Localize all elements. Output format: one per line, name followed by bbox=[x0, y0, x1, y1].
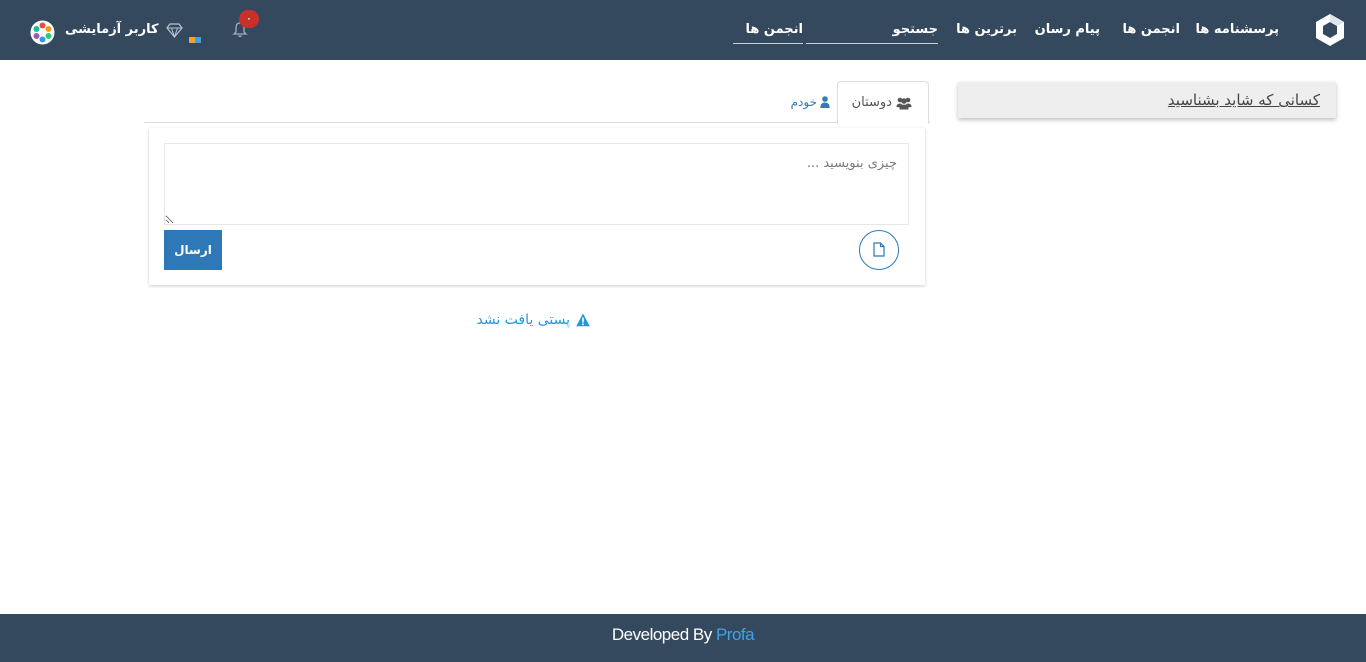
user-name[interactable]: کاربر آزمایشی bbox=[65, 22, 159, 37]
logo-icon[interactable] bbox=[1314, 13, 1346, 47]
footer-developer-link[interactable]: Profa bbox=[716, 625, 755, 644]
tab-friends[interactable]: دوستان bbox=[837, 81, 929, 124]
forums-select-field[interactable]: انجمن ها bbox=[733, 22, 803, 44]
nav-link-messenger[interactable]: پیام رسان bbox=[1035, 22, 1100, 37]
warning-icon bbox=[576, 313, 590, 327]
users-icon bbox=[896, 97, 912, 110]
footer-credit: Developed By Profa bbox=[0, 625, 1366, 645]
empty-feed-message: پستی یافت نشد bbox=[476, 312, 590, 330]
post-textarea[interactable] bbox=[164, 143, 909, 225]
tab-mine[interactable]: خودم bbox=[768, 81, 832, 123]
file-icon bbox=[873, 242, 885, 257]
search-field[interactable]: جستجو bbox=[806, 22, 938, 44]
user-icon bbox=[820, 96, 830, 108]
people-you-may-know-title[interactable]: کسانی که شاید بشناسید bbox=[1168, 91, 1320, 109]
attach-file-button[interactable] bbox=[859, 230, 899, 270]
empty-feed-text: پستی یافت نشد bbox=[476, 312, 570, 328]
gem-icon[interactable] bbox=[166, 23, 183, 39]
notification-badge: ۰ bbox=[239, 10, 259, 28]
nav-link-questionnaires[interactable]: پرسشنامه ها bbox=[1195, 22, 1279, 37]
people-you-may-know-card: کسانی که شاید بشناسید bbox=[958, 82, 1336, 118]
tab-mine-label: خودم bbox=[790, 95, 817, 109]
post-composer: ارسال bbox=[149, 128, 925, 285]
tab-friends-label: دوستان bbox=[851, 95, 892, 110]
footer: Developed By Profa bbox=[0, 614, 1366, 662]
nav-link-forums[interactable]: انجمن ها bbox=[1122, 22, 1180, 37]
top-navbar: پرسشنامه ها انجمن ها پیام رسان برترین ها… bbox=[0, 0, 1366, 60]
footer-developed-by: Developed By bbox=[611, 625, 712, 644]
avatar[interactable] bbox=[30, 20, 55, 45]
coins-icon[interactable] bbox=[189, 28, 201, 43]
nav-link-top[interactable]: برترین ها bbox=[956, 22, 1017, 37]
send-button[interactable]: ارسال bbox=[164, 230, 222, 270]
